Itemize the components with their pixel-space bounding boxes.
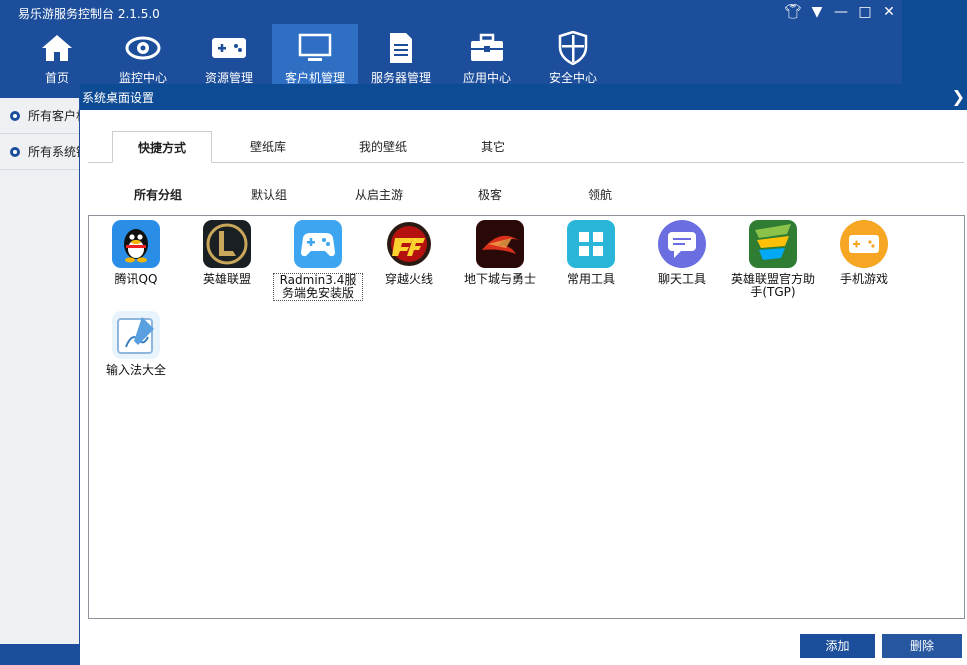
monitor-icon [297,32,333,64]
shortcut-label: 聊天工具 [657,272,706,286]
shortcut-grid: 腾讯QQ 英雄联盟 Radmin3.4服务端免安装版 穿越火线 地下城与勇士 常… [88,215,965,619]
bullet-icon [10,146,20,157]
add-button[interactable]: 添加 [800,634,875,658]
tab-wallpaper-library[interactable]: 壁纸库 [228,131,308,163]
nav-servers[interactable]: 服务器管理 [358,24,444,85]
desktop-settings-dialog: 系统桌面设置 ❯ 快捷方式 壁纸库 我的壁纸 其它 所有分组 默认组 从启主游 … [79,84,967,665]
shortcut-tile[interactable]: 聊天工具 [637,220,727,286]
shortcut-label: 英雄联盟官方助手(TGP) [730,272,815,299]
dialog-titlebar: 系统桌面设置 ❯ [80,84,967,110]
shortcut-label: 英雄联盟 [202,272,251,286]
group-item-label: 所有系统镜像 [28,145,79,159]
shortcut-tile[interactable]: Radmin3.4服务端免安装版 [273,220,363,301]
tab-shortcuts[interactable]: 快捷方式 [112,131,212,163]
shortcut-tile[interactable]: 英雄联盟 [182,220,272,286]
gamepad-app-icon [294,220,342,268]
lol-icon [203,220,251,268]
dialog-button-bar: 添加 删除 [80,624,967,665]
shortcut-tile[interactable]: 手机游戏 [819,220,909,286]
shortcut-tile[interactable]: 地下城与勇士 [455,220,545,286]
shortcut-label: 手机游戏 [839,272,888,286]
shortcut-label: 腾讯QQ [114,272,158,286]
shortcut-tile[interactable]: 输入法大全 [91,311,181,377]
delete-button[interactable]: 删除 [882,634,962,658]
app-header: 易乐游服务控制台 2.1.5.0 首页 监控中心 资源管理 客户机管理 服务器管… [0,0,967,85]
group-default[interactable]: 默认组 [251,186,287,203]
tab-my-wallpaper[interactable]: 我的壁纸 [338,131,428,163]
nav-home[interactable]: 首页 [14,24,100,85]
window-controls: 👕︎ ▼ — □ ✕ [783,4,899,20]
shortcut-label: 穿越火线 [384,272,433,286]
home-icon [39,32,75,64]
tab-bar: 快捷方式 壁纸库 我的壁纸 其它 [88,131,964,163]
shortcut-label: 输入法大全 [105,363,166,377]
mobile-game-icon [840,220,888,268]
group-all[interactable]: 所有分组 [134,186,182,203]
group-filter-bar: 所有分组 默认组 从启主游 极客 领航 [80,182,960,208]
maximize-icon[interactable]: □ [855,4,875,20]
main-nav: 首页 监控中心 资源管理 客户机管理 服务器管理 应用中心 安全中心 [14,24,616,85]
group-item-all-images[interactable]: 所有系统镜像 [0,134,79,170]
minimize-icon[interactable]: — [831,4,851,20]
tools-grid-icon [567,220,615,268]
shortcut-label: Radmin3.4服务端免安装版 [273,273,363,301]
shield-icon [555,31,591,65]
server-icon [383,32,419,64]
shortcut-tile[interactable]: 腾讯QQ [91,220,181,286]
shortcut-tile[interactable]: 英雄联盟官方助手(TGP) [728,220,818,299]
tgp-icon [749,220,797,268]
chat-icon [658,220,706,268]
input-method-icon [112,311,160,359]
close-icon[interactable]: ❯ [952,87,965,106]
chevron-down-icon[interactable]: ▼ [807,4,827,20]
nav-security[interactable]: 安全中心 [530,24,616,85]
dnf-icon [476,220,524,268]
panel-header [0,84,79,98]
nav-apps[interactable]: 应用中心 [444,24,530,85]
nav-clients[interactable]: 客户机管理 [272,24,358,85]
shortcut-label: 常用工具 [566,272,615,286]
app-footer [0,644,80,665]
group-congqi[interactable]: 从启主游 [355,186,403,203]
header-right-strip [902,0,967,84]
nav-resources[interactable]: 资源管理 [186,24,272,85]
crossfire-icon [385,220,433,268]
group-linghang[interactable]: 领航 [588,186,612,203]
tab-other[interactable]: 其它 [458,131,528,163]
qq-icon [112,220,160,268]
shortcut-tile[interactable]: 穿越火线 [364,220,454,286]
shortcut-tile[interactable]: 常用工具 [546,220,636,286]
close-icon[interactable]: ✕ [879,4,899,20]
nav-monitor[interactable]: 监控中心 [100,24,186,85]
group-item-label: 所有客户机 [28,109,79,123]
group-item-all-clients[interactable]: 所有客户机 [0,98,79,134]
bullet-icon [10,110,20,121]
toolbox-icon [469,32,505,64]
app-title: 易乐游服务控制台 2.1.5.0 [18,7,160,21]
client-group-panel: 所有客户机 所有系统镜像 [0,84,80,644]
dialog-title: 系统桌面设置 [82,90,155,105]
group-geek[interactable]: 极客 [478,186,502,203]
skin-icon[interactable]: 👕︎ [783,4,803,20]
gamepad-icon [211,32,247,64]
shortcut-label: 地下城与勇士 [463,272,536,286]
eye-icon [125,32,161,64]
